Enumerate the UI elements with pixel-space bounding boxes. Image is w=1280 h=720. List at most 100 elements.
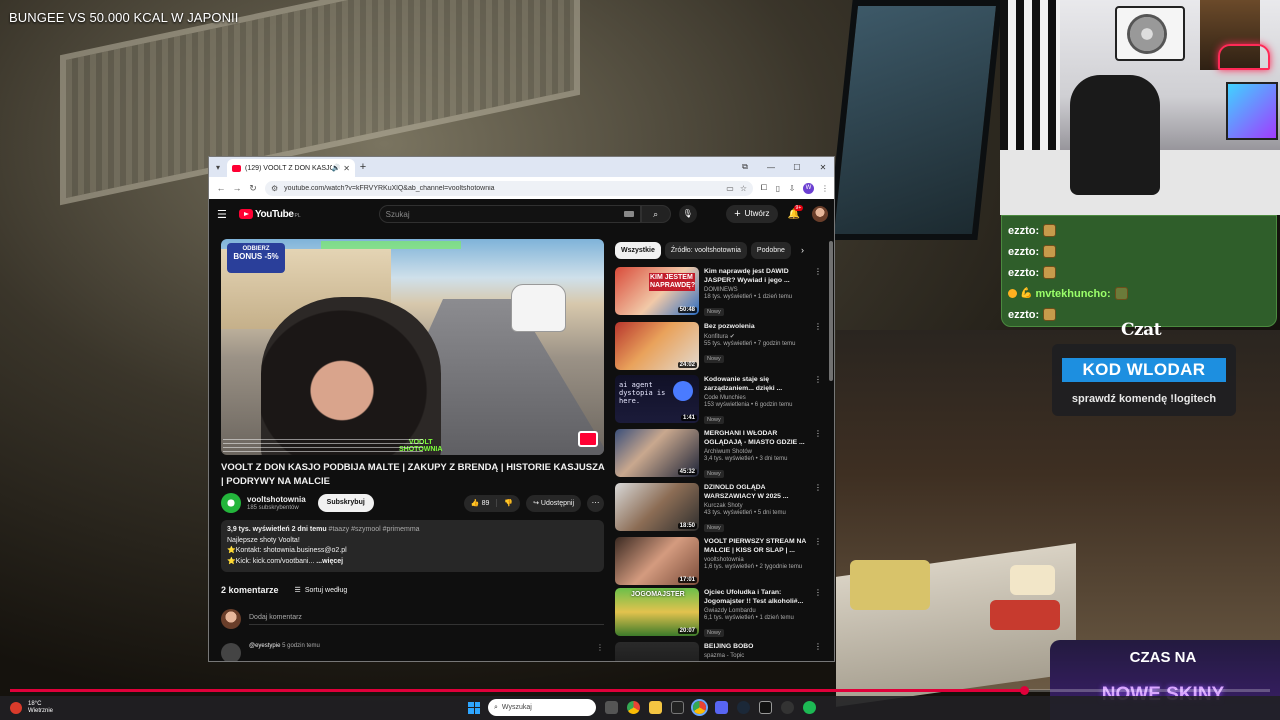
video-description[interactable]: 3,9 tys. wyświetleń 2 dni temu #taazy #s… — [221, 520, 604, 572]
recommendation-item[interactable]: KIM JESTEM NAPRAWDĘ? 50:48 Kim naprawdę … — [615, 267, 825, 317]
more-actions-icon[interactable]: ⋯ — [587, 494, 604, 512]
recommendation-item[interactable]: JOGOMAJSTER 20:07 Ojciec Ufoludka i Tara… — [615, 588, 825, 638]
emote-icon — [1043, 266, 1057, 279]
recommendation-item[interactable]: 17:01 VOOLT PIERWSZY STREAM NA MALCIE | … — [615, 537, 825, 587]
tab-search-icon[interactable]: ⧉ — [732, 162, 758, 172]
bookmark-star-icon[interactable]: ☆ — [740, 184, 747, 193]
back-icon[interactable]: ← — [213, 183, 229, 193]
tab-close-icon[interactable]: ✕ — [343, 164, 350, 173]
commenter-avatar[interactable] — [221, 643, 241, 661]
channel-avatar[interactable] — [221, 493, 241, 513]
taskbar-search-input[interactable]: ⌕ Wyszukaj — [488, 699, 596, 716]
browser-menu-icon[interactable]: ⋮ — [818, 184, 832, 193]
description-more-link[interactable]: ...więcej — [316, 558, 343, 565]
spotify-icon[interactable] — [803, 701, 816, 714]
like-button[interactable]: 👍 89 — [464, 499, 498, 507]
chip-all[interactable]: Wszystkie — [615, 241, 661, 259]
keyboard-icon[interactable] — [623, 211, 634, 217]
comment-menu-icon[interactable]: ⋮ — [596, 643, 604, 652]
recommendation-item[interactable]: ai agent dystopia is here. 1:41 Kodowani… — [615, 375, 825, 425]
account-avatar[interactable] — [812, 206, 828, 222]
chat-message: ezzto: — [1008, 262, 1270, 283]
search-button[interactable]: ⌕ — [640, 205, 671, 223]
comment-author[interactable]: @eyestypie — [249, 643, 280, 649]
close-window-button[interactable]: ✕ — [810, 163, 834, 172]
youtube-logo[interactable]: YouTube PL — [239, 209, 301, 220]
stream-progress-bar[interactable] — [10, 686, 1270, 695]
new-tab-button[interactable]: + — [355, 161, 371, 173]
thumbs-up-icon: 👍 — [470, 500, 480, 507]
maximize-button[interactable]: ☐ — [784, 163, 810, 172]
share-button[interactable]: ↪ Udostępnij — [526, 494, 581, 512]
profile-avatar[interactable]: W — [803, 182, 814, 194]
chevron-right-icon[interactable]: › — [801, 245, 804, 255]
recommendation-menu-icon[interactable]: ⋮ — [814, 642, 822, 661]
capcut-icon[interactable] — [759, 701, 772, 714]
recommendation-thumbnail[interactable]: 45:32 — [615, 429, 699, 477]
browser-tab-youtube[interactable]: (129) VOOLT Z DON KASJO 🔊 ✕ — [227, 159, 355, 177]
video-duration: 20:07 — [677, 628, 697, 634]
video-player[interactable]: ODBIERZ BONUS -5% VOOLT SHOTOWNIA — [221, 239, 604, 455]
recommendation-menu-icon[interactable]: ⋮ — [814, 267, 822, 317]
recommendation-menu-icon[interactable]: ⋮ — [814, 483, 822, 533]
filter-chips: Wszystkie Źródło: vooltshotownia Podobne — [615, 241, 815, 259]
recommendation-thumbnail[interactable] — [615, 642, 699, 661]
sort-comments-button[interactable]: ☰ Sortuj według — [295, 586, 348, 594]
downloads-icon[interactable]: ⇩ — [785, 184, 799, 193]
url-input[interactable]: ⚙ youtube.com/watch?v=kFRVYRKuXlQ&ab_cha… — [265, 180, 753, 196]
minimize-button[interactable]: — — [758, 163, 784, 172]
recommendation-item[interactable]: 18:50 DZINOLD OGLĄDA WARSZAWIACY W 2025 … — [615, 483, 825, 533]
subscribe-button[interactable]: Subskrybuj — [317, 494, 374, 512]
microphone-icon[interactable]: 🎙 — [678, 205, 697, 223]
create-label: Utwórz — [744, 209, 770, 218]
menu-icon[interactable]: ☰ — [217, 208, 235, 221]
chip-related[interactable]: Podobne — [750, 241, 791, 259]
channel-name[interactable]: vooltshotownia — [247, 495, 306, 504]
recommendation-menu-icon[interactable]: ⋮ — [814, 375, 822, 425]
file-explorer-icon[interactable] — [649, 701, 662, 714]
recommendation-item[interactable]: BEIJING BOBO spazma - Topic ⋮ — [615, 642, 825, 661]
weather-widget[interactable]: 18°C Wietrznie — [10, 701, 70, 715]
url-text: youtube.com/watch?v=kFRVYRKuXlQ&ab_chann… — [284, 184, 495, 192]
scrollbar[interactable] — [829, 241, 833, 381]
create-button[interactable]: + Utwórz — [726, 205, 778, 223]
description-tags[interactable]: #taazy #szymool #primemma — [329, 526, 420, 533]
recommendation-menu-icon[interactable]: ⋮ — [814, 588, 822, 638]
youtube-watermark-icon[interactable] — [578, 431, 598, 447]
recommendation-menu-icon[interactable]: ⋮ — [814, 537, 822, 587]
cast-icon[interactable]: ▭ — [726, 184, 734, 193]
add-comment-input[interactable]: Dodaj komentarz — [249, 614, 604, 625]
windows-taskbar: 18°C Wietrznie ⌕ Wyszukaj — [0, 696, 1280, 720]
extensions-icon[interactable]: ⧠ — [757, 183, 771, 193]
dislike-button[interactable]: 👎 — [497, 499, 520, 507]
task-view-icon[interactable] — [605, 701, 618, 714]
notifications-bell-icon[interactable]: 🔔 9+ — [788, 204, 804, 220]
site-info-icon[interactable]: ⚙ — [271, 184, 278, 193]
recommendation-thumbnail[interactable]: 18:50 — [615, 483, 699, 531]
chrome-active-icon[interactable] — [693, 701, 706, 714]
recommendation-thumbnail[interactable]: ai agent dystopia is here. 1:41 — [615, 375, 699, 423]
chrome-icon[interactable] — [627, 701, 640, 714]
forward-icon[interactable]: → — [229, 183, 245, 193]
windows-start-icon[interactable] — [468, 701, 480, 714]
recommendation-item[interactable]: 45:32 MERGHANI I WŁODAR OGLĄDAJĄ - MIAST… — [615, 429, 825, 479]
media-app-icon[interactable] — [671, 701, 684, 714]
discord-icon[interactable] — [715, 701, 728, 714]
recommendation-thumbnail[interactable]: JOGOMAJSTER 20:07 — [615, 588, 699, 636]
tab-list-chevron-icon[interactable]: ▾ — [209, 163, 227, 172]
recommendation-menu-icon[interactable]: ⋮ — [814, 429, 822, 479]
recommendation-thumbnail[interactable]: 24:02 — [615, 322, 699, 370]
recommendation-item[interactable]: 24:02 Bez pozwolenia Konfitura ✔ 55 tys.… — [615, 322, 825, 372]
obs-icon[interactable] — [781, 701, 794, 714]
audio-icon[interactable]: 🔊 — [332, 164, 341, 172]
recommendation-thumbnail[interactable]: KIM JESTEM NAPRAWDĘ? 50:48 — [615, 267, 699, 315]
recommendation-thumbnail[interactable]: 17:01 — [615, 537, 699, 585]
search-input[interactable]: Szukaj — [378, 205, 641, 223]
video-duration: 17:01 — [677, 577, 697, 583]
steam-icon[interactable] — [737, 701, 750, 714]
sidebar-icon[interactable]: ▯ — [771, 184, 785, 193]
progress-knob[interactable] — [1020, 686, 1030, 695]
chip-source[interactable]: Źródło: vooltshotownia — [664, 241, 747, 259]
recommendation-menu-icon[interactable]: ⋮ — [814, 322, 822, 372]
reload-icon[interactable]: ↻ — [245, 183, 261, 194]
